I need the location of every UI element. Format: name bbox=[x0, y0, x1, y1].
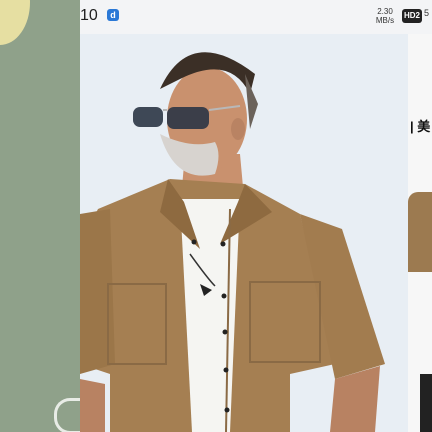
left-product-card[interactable] bbox=[0, 0, 80, 432]
status-bar: 10 d 2.30 MB/s HD2 5 bbox=[80, 0, 432, 34]
blue-app-icon: d bbox=[107, 9, 119, 21]
product-image-card[interactable] bbox=[80, 34, 408, 432]
right-card-title: | 美 bbox=[410, 119, 431, 134]
model-photo bbox=[80, 34, 408, 432]
decor-glyph bbox=[54, 398, 80, 432]
right-product-card[interactable]: | 美 bbox=[408, 34, 432, 432]
status-time: 10 bbox=[80, 7, 98, 24]
right-card-shirt bbox=[408, 192, 432, 272]
network-speed: 2.30 MB/s bbox=[375, 7, 395, 25]
right-card-dark-shape bbox=[420, 374, 432, 432]
hd-badge-icon: HD2 bbox=[402, 9, 422, 23]
decor-blob bbox=[0, 0, 30, 45]
status-edge-glyph: 5 bbox=[424, 8, 430, 18]
